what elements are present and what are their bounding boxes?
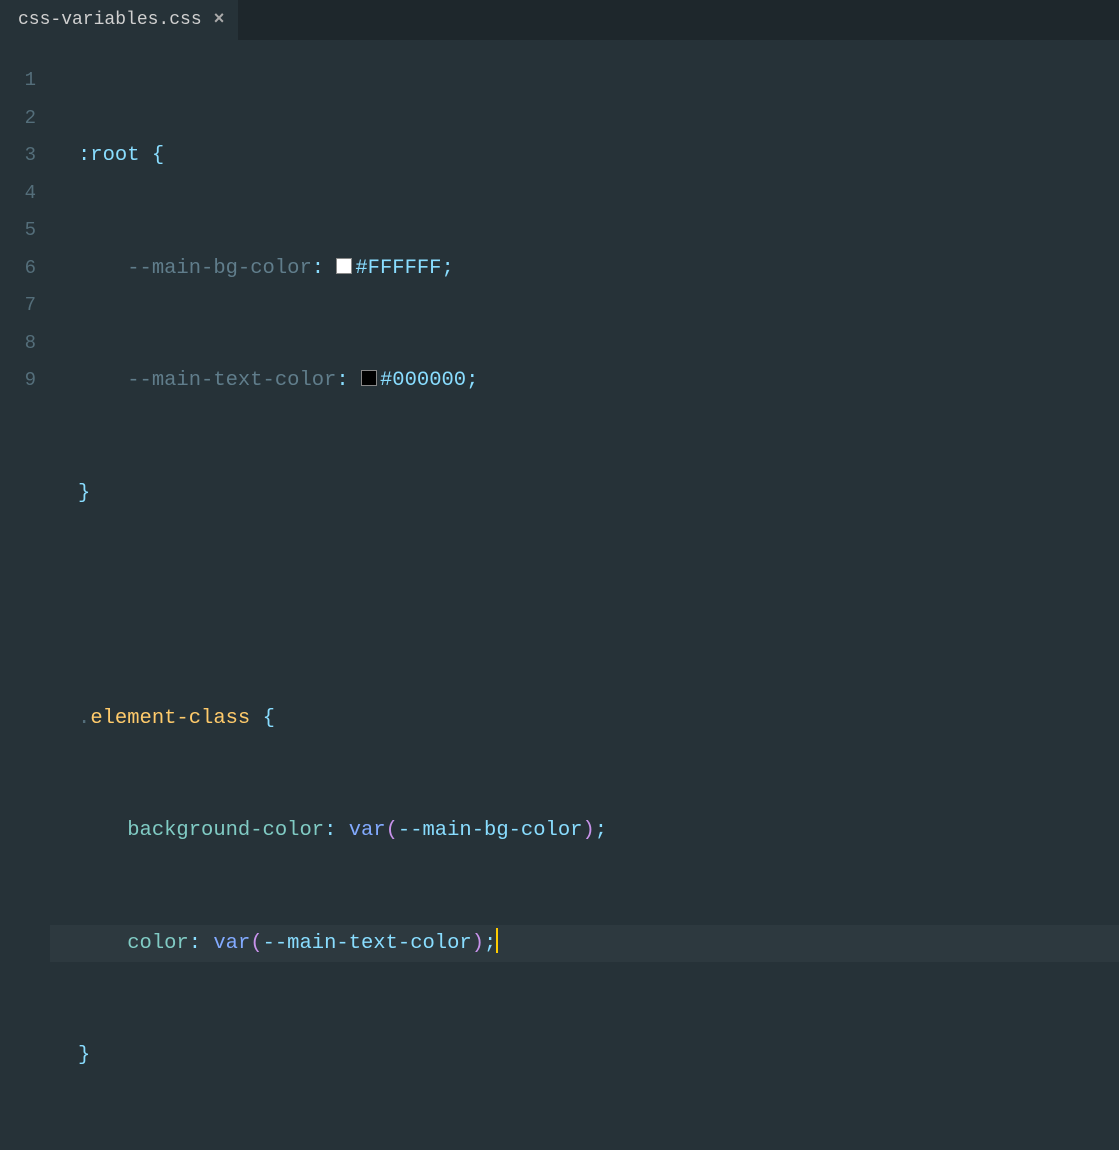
- code-line: --main-text-color: #000000;: [50, 362, 1119, 400]
- token-punct: :root: [78, 144, 140, 167]
- line-number: 5: [0, 212, 50, 250]
- token-colon: :: [189, 932, 201, 955]
- token-property: --main-text-color: [127, 369, 336, 392]
- line-number: 3: [0, 137, 50, 175]
- tab-filename: css-variables.css: [18, 10, 202, 30]
- token-brace: {: [263, 707, 275, 730]
- token-func: var: [213, 932, 250, 955]
- tab-active[interactable]: css-variables.css ×: [0, 0, 238, 40]
- token-arg: --main-text-color: [263, 932, 472, 955]
- code-line: [50, 587, 1119, 625]
- line-number-gutter: 1 2 3 4 5 6 7 8 9: [0, 40, 50, 579]
- token-paren: ): [472, 932, 484, 955]
- token-paren: (: [250, 932, 262, 955]
- token-brace: }: [78, 482, 90, 505]
- line-number: 1: [0, 62, 50, 100]
- code-line: background-color: var(--main-bg-color);: [50, 812, 1119, 850]
- token-arg: --main-bg-color: [398, 819, 583, 842]
- token-semi: ;: [595, 819, 607, 842]
- close-icon[interactable]: ×: [214, 10, 225, 30]
- token-colon: :: [324, 819, 336, 842]
- token-colon: :: [312, 257, 324, 280]
- token-property: background-color: [127, 819, 324, 842]
- tab-bar: css-variables.css ×: [0, 0, 1119, 40]
- token-semi: ;: [442, 257, 454, 280]
- code-line: .element-class {: [50, 700, 1119, 738]
- token-punct: .: [78, 707, 90, 730]
- color-swatch-icon: [336, 258, 352, 274]
- token-func: var: [349, 819, 386, 842]
- line-number: 2: [0, 100, 50, 138]
- line-number: 4: [0, 175, 50, 213]
- token-property: --main-bg-color: [127, 257, 312, 280]
- token-paren: ): [582, 819, 594, 842]
- token-colon: :: [336, 369, 348, 392]
- editor[interactable]: 1 2 3 4 5 6 7 8 9 :root { --main-bg-colo…: [0, 40, 1119, 579]
- code-area[interactable]: :root { --main-bg-color: #FFFFFF; --main…: [50, 40, 1119, 579]
- token-hex: #000000: [380, 369, 466, 392]
- line-number: 8: [0, 325, 50, 363]
- token-semi: ;: [466, 369, 478, 392]
- token-brace: }: [78, 1044, 90, 1067]
- token-paren: (: [386, 819, 398, 842]
- token-property: color: [127, 932, 189, 955]
- code-line: :root {: [50, 137, 1119, 175]
- line-number: 6: [0, 250, 50, 288]
- token-hex: #FFFFFF: [355, 257, 441, 280]
- line-number: 9: [0, 362, 50, 400]
- token-semi: ;: [484, 932, 496, 955]
- color-swatch-icon: [361, 370, 377, 386]
- token-brace: {: [152, 144, 164, 167]
- token-selector: element-class: [90, 707, 250, 730]
- line-number: 7: [0, 287, 50, 325]
- code-line: }: [50, 475, 1119, 513]
- code-line: }: [50, 1037, 1119, 1075]
- code-line: --main-bg-color: #FFFFFF;: [50, 250, 1119, 288]
- code-line-active: color: var(--main-text-color);: [50, 925, 1119, 963]
- text-cursor: [496, 928, 498, 953]
